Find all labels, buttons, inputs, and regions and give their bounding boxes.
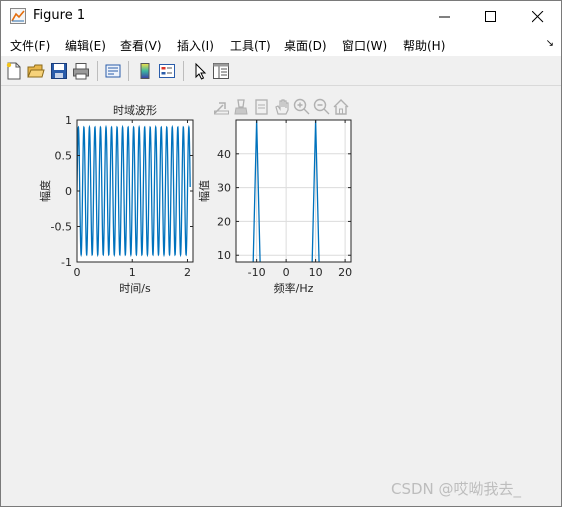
spectrum-axes-x-tick-label: 20 [338, 266, 352, 279]
menu-overflow-icon[interactable]: ↘ [546, 38, 554, 49]
time-axes-x-tick-label: 1 [129, 266, 136, 279]
toolbar-separator [183, 61, 184, 81]
save-icon[interactable] [50, 62, 68, 80]
spectrum-axes-y-tick-label: 40 [217, 148, 231, 161]
menu-bar: 文件(F) 编辑(E) 查看(V) 插入(I) 工具(T) 桌面(D) 窗口(W… [1, 32, 561, 56]
open-file-icon[interactable] [27, 62, 45, 80]
menu-file[interactable]: 文件(F) [10, 37, 50, 54]
menu-desktop[interactable]: 桌面(D) [284, 37, 327, 54]
menu-insert[interactable]: 插入(I) [177, 37, 214, 54]
time-axes-y-tick-label: -0.5 [51, 221, 72, 234]
zoom-in-icon[interactable] [293, 98, 310, 115]
insert-colorbar-icon[interactable] [136, 62, 154, 80]
export-icon[interactable] [214, 102, 229, 115]
menu-view[interactable]: 查看(V) [120, 37, 162, 54]
edit-plot-pointer-icon[interactable] [191, 62, 209, 80]
time-axes-y-tick-label: 1 [65, 114, 72, 127]
figure-toolbar [1, 57, 561, 86]
time-axes-x-axis-label: 时间/s [119, 282, 151, 295]
plot-area: 0 1 2 -1 -0.5 0 0.5 1 时域波形时间/s 幅度 -10 0 10 20 10 20 30 4… [38, 104, 352, 295]
home-icon[interactable] [333, 99, 349, 115]
figure-window: Figure 1 文件(F) 编辑(E) 查看(V) 插入(I) 工具(T) 桌… [0, 0, 562, 507]
spectrum-axes-y-axis-label: 幅值 [198, 180, 211, 202]
time-axes-y-tick-label: 0.5 [55, 150, 73, 163]
spectrum-axes[interactable]: -10 0 10 20 10 20 30 40 频率/Hz 幅值 [198, 119, 352, 295]
spectrum-axes-y-tick-label: 20 [217, 215, 231, 228]
window-title: Figure 1 [33, 8, 86, 23]
spectrum-axes-x-tick-label: -10 [248, 266, 266, 279]
menu-edit[interactable]: 编辑(E) [65, 37, 106, 54]
time-axes-x-tick-label: 0 [74, 266, 81, 279]
time-axes-y-axis-label: 幅度 [38, 180, 52, 202]
menu-help[interactable]: 帮助(H) [403, 37, 445, 54]
menu-tools[interactable]: 工具(T) [230, 37, 271, 54]
menu-window[interactable]: 窗口(W) [342, 37, 387, 54]
data-tips-icon[interactable] [255, 99, 268, 115]
spectrum-axes-x-tick-label: 0 [283, 266, 290, 279]
time-axes-title: 时域波形 [113, 104, 157, 117]
insert-legend-icon[interactable] [158, 62, 176, 80]
time-axes-y-tick-label: -1 [61, 256, 72, 269]
axes-toolbar [212, 97, 352, 117]
minimize-icon [439, 16, 450, 18]
brush-icon[interactable] [234, 99, 248, 115]
property-inspector-icon[interactable] [212, 62, 230, 80]
minimize-button[interactable] [422, 1, 468, 32]
title-bar[interactable]: Figure 1 [1, 1, 561, 32]
spectrum-axes-y-tick-label: 30 [217, 182, 231, 195]
zoom-out-icon[interactable] [313, 98, 330, 115]
link-plot-icon[interactable] [104, 62, 122, 80]
pan-hand-icon[interactable] [275, 99, 289, 115]
new-figure-icon[interactable] [5, 62, 23, 80]
maximize-button[interactable] [468, 1, 514, 32]
watermark: CSDN @哎呦我去_ [391, 480, 522, 498]
print-icon[interactable] [72, 62, 90, 80]
time-axes-x-tick-label: 2 [184, 266, 191, 279]
close-button[interactable] [515, 1, 561, 32]
matlab-figure-icon [10, 8, 26, 24]
maximize-icon [485, 11, 496, 22]
toolbar-separator [97, 61, 98, 81]
spectrum-axes-y-tick-label: 10 [217, 249, 231, 262]
spectrum-axes-x-tick-label: 10 [309, 266, 323, 279]
time-axes-y-tick-label: 0 [65, 185, 72, 198]
toolbar-separator [128, 61, 129, 81]
time-domain-axes[interactable]: 0 1 2 -1 -0.5 0 0.5 1 时域波形时间/s 幅度 [38, 104, 194, 295]
spectrum-axes-x-axis-label: 频率/Hz [274, 281, 314, 295]
figure-canvas: 0 1 2 -1 -0.5 0 0.5 1 时域波形 时间/s 幅度 -10 0 10 20 10 20 30 4… [1, 87, 561, 506]
close-icon [532, 11, 544, 23]
